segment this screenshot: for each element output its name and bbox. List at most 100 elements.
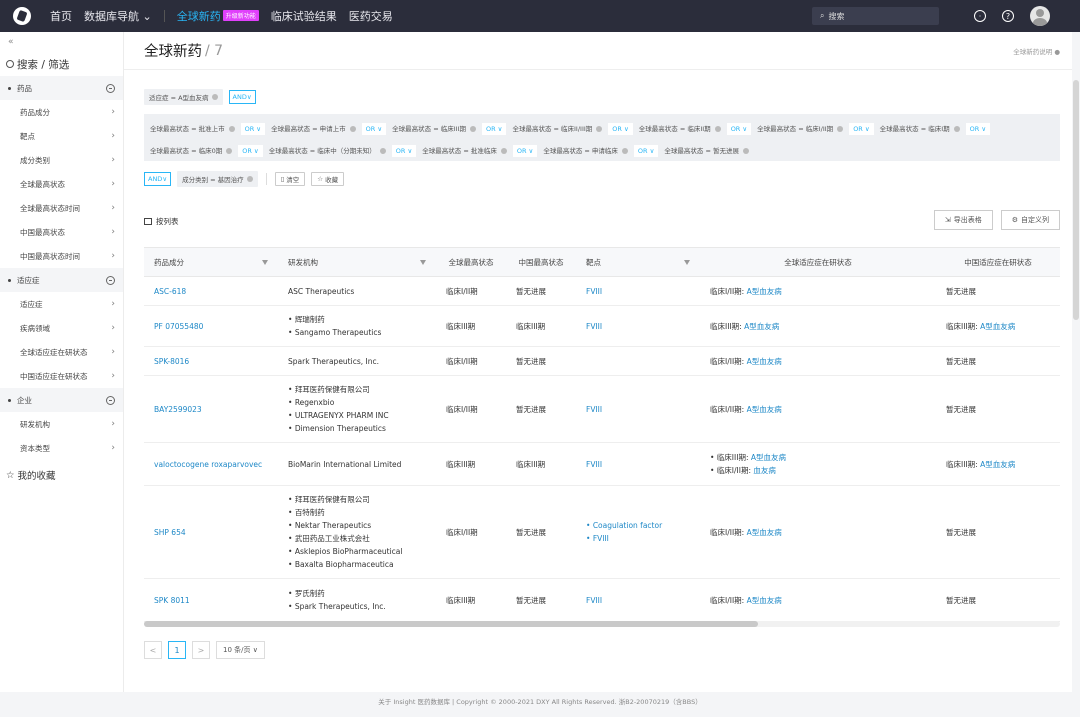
drug-link[interactable]: SHP 654 (154, 526, 268, 539)
sidebar-item[interactable]: 全球适应症在研状态 › (0, 340, 123, 364)
target-link[interactable]: FVIII (586, 594, 690, 607)
sidebar-favorites[interactable]: ☆ 我的收藏 (0, 460, 123, 490)
customize-columns-button[interactable]: ⚙ 自定义列 (1000, 210, 1060, 230)
bulb-icon[interactable]: · (974, 10, 986, 22)
logic-and-toggle[interactable]: AND ∨ (228, 90, 256, 104)
logic-or-toggle[interactable]: OR ∨ (240, 123, 266, 135)
next-page-button[interactable]: > (192, 641, 210, 659)
close-icon[interactable] (379, 148, 386, 154)
page-number-button[interactable]: 1 (168, 641, 186, 659)
sidebar-item[interactable]: 中国适应症在研状态 › (0, 364, 123, 388)
sidebar-group-header[interactable]: 企业 (0, 388, 123, 412)
close-icon[interactable] (837, 126, 844, 132)
filter-chip-status[interactable]: 全球最高状态 = 临床II/III期 (512, 125, 592, 133)
indication-link[interactable]: A型血友病 (747, 528, 782, 537)
filter-chip-category[interactable]: 成分类别 = 基因治疗 (177, 171, 258, 187)
global-search-input[interactable]: ⌕ 搜索 (812, 7, 939, 25)
close-icon[interactable] (469, 126, 476, 132)
logic-or-toggle[interactable]: OR ∨ (481, 123, 507, 135)
logic-or-toggle[interactable]: OR ∨ (726, 123, 752, 135)
sidebar-item[interactable]: 全球最高状态 › (0, 172, 123, 196)
indication-link[interactable]: A型血友病 (747, 357, 782, 366)
drug-link[interactable]: SPK-8016 (154, 355, 268, 368)
close-icon[interactable] (226, 148, 233, 154)
drug-link[interactable]: PF 07055480 (154, 320, 268, 333)
filter-chip-status[interactable]: 全球最高状态 = 临床III期 (392, 125, 466, 133)
logic-or-toggle[interactable]: OR ∨ (965, 123, 991, 135)
sidebar-item[interactable]: 中国最高状态时间 › (0, 244, 123, 268)
sidebar-collapse-button[interactable]: « (0, 32, 123, 52)
sidebar-item[interactable]: 中国最高状态 › (0, 220, 123, 244)
indication-link[interactable]: A型血友病 (751, 453, 786, 462)
indication-link[interactable]: A型血友病 (747, 287, 782, 296)
filter-chip-status[interactable]: 全球最高状态 = 申请临床 (543, 147, 618, 155)
sidebar-group-header[interactable]: 药品 (0, 76, 123, 100)
close-icon[interactable] (742, 148, 749, 154)
filter-icon[interactable] (684, 259, 690, 265)
logic-or-toggle[interactable]: OR ∨ (608, 123, 633, 135)
drug-link[interactable]: valoctocogene roxaparvovec (154, 458, 268, 471)
sidebar-item[interactable]: 靶点 › (0, 124, 123, 148)
avatar[interactable] (1030, 6, 1050, 26)
sidebar-group-header[interactable]: 适应症 (0, 268, 123, 292)
indication-link[interactable]: A型血友病 (744, 322, 779, 331)
filter-icon[interactable] (420, 259, 426, 265)
page-size-select[interactable]: 10 条/页 ∨ (216, 641, 265, 659)
nav-global-drugs[interactable]: 全球新药 升级新功能 (177, 8, 259, 24)
close-icon[interactable] (953, 126, 960, 132)
indication-link[interactable]: A型血友病 (980, 322, 1015, 331)
logo[interactable] (0, 0, 44, 32)
filter-chip-status[interactable]: 全球最高状态 = 临床II期 (639, 125, 711, 133)
nav-deals[interactable]: 医药交易 (349, 8, 393, 24)
indication-link[interactable]: A型血友病 (747, 596, 782, 605)
scrollbar-thumb[interactable] (1073, 80, 1079, 320)
scrollbar-thumb[interactable] (144, 621, 758, 627)
close-icon[interactable] (228, 126, 235, 132)
save-filter-button[interactable]: ☆ 收藏 (311, 172, 345, 186)
logic-or-toggle[interactable]: OR ∨ (633, 145, 659, 157)
filter-chip-indication[interactable]: 适应症 = A型血友病 (144, 89, 223, 105)
close-icon[interactable] (500, 148, 507, 154)
close-icon[interactable] (211, 94, 218, 100)
close-icon[interactable] (621, 148, 628, 154)
sidebar-item[interactable]: 成分类别 › (0, 148, 123, 172)
close-icon[interactable] (246, 176, 253, 182)
target-link[interactable]: FVIII (586, 403, 690, 416)
target-link[interactable]: Coagulation factor (586, 519, 690, 532)
filter-icon[interactable] (262, 259, 268, 265)
sidebar-item[interactable]: 适应症 › (0, 292, 123, 316)
logic-or-toggle[interactable]: OR ∨ (238, 145, 263, 157)
indication-link[interactable]: 血友病 (753, 466, 776, 475)
prev-page-button[interactable]: < (144, 641, 162, 659)
drug-link[interactable]: SPK 8011 (154, 594, 268, 607)
vertical-scrollbar[interactable] (1072, 32, 1080, 692)
sidebar-item[interactable]: 资本类型 › (0, 436, 123, 460)
sidebar-item[interactable]: 药品成分 › (0, 100, 123, 124)
filter-chip-status[interactable]: 全球最高状态 = 批准上市 (150, 125, 225, 133)
sidebar-item[interactable]: 疾病领域 › (0, 316, 123, 340)
nav-home[interactable]: 首页 (50, 8, 72, 24)
filter-chip-status[interactable]: 全球最高状态 = 临床中（分期未知） (269, 147, 376, 155)
logic-or-toggle[interactable]: OR ∨ (391, 145, 417, 157)
drug-link[interactable]: BAY2599023 (154, 403, 268, 416)
logic-or-toggle[interactable]: OR ∨ (849, 123, 874, 135)
close-icon[interactable] (714, 126, 721, 132)
target-link[interactable]: FVIII (586, 532, 690, 545)
target-link[interactable]: FVIII (586, 285, 690, 298)
filter-chip-status[interactable]: 全球最高状态 = 临床I期 (880, 125, 950, 133)
help-link[interactable]: 全球新药说明 ● (1013, 46, 1060, 56)
logic-or-toggle[interactable]: OR ∨ (512, 145, 538, 157)
collapse-icon[interactable] (106, 83, 115, 93)
indication-link[interactable]: A型血友病 (980, 460, 1015, 469)
filter-chip-status[interactable]: 全球最高状态 = 批准临床 (422, 147, 497, 155)
nav-db-navigation[interactable]: 数据库导航 ⌄ (84, 8, 152, 24)
filter-chip-status[interactable]: 全球最高状态 = 临床I/II期 (757, 125, 833, 133)
target-link[interactable]: FVIII (586, 320, 690, 333)
filter-chip-status[interactable]: 全球最高状态 = 暂无进展 (664, 147, 739, 155)
drug-link[interactable]: ASC-618 (154, 285, 268, 298)
filter-chip-status[interactable]: 全球最高状态 = 申请上市 (271, 125, 346, 133)
logic-and-toggle-2[interactable]: AND ∨ (144, 172, 172, 186)
logic-or-toggle[interactable]: OR ∨ (361, 123, 387, 135)
help-icon[interactable]: ? (1002, 10, 1014, 22)
sidebar-item[interactable]: 研发机构 › (0, 412, 123, 436)
